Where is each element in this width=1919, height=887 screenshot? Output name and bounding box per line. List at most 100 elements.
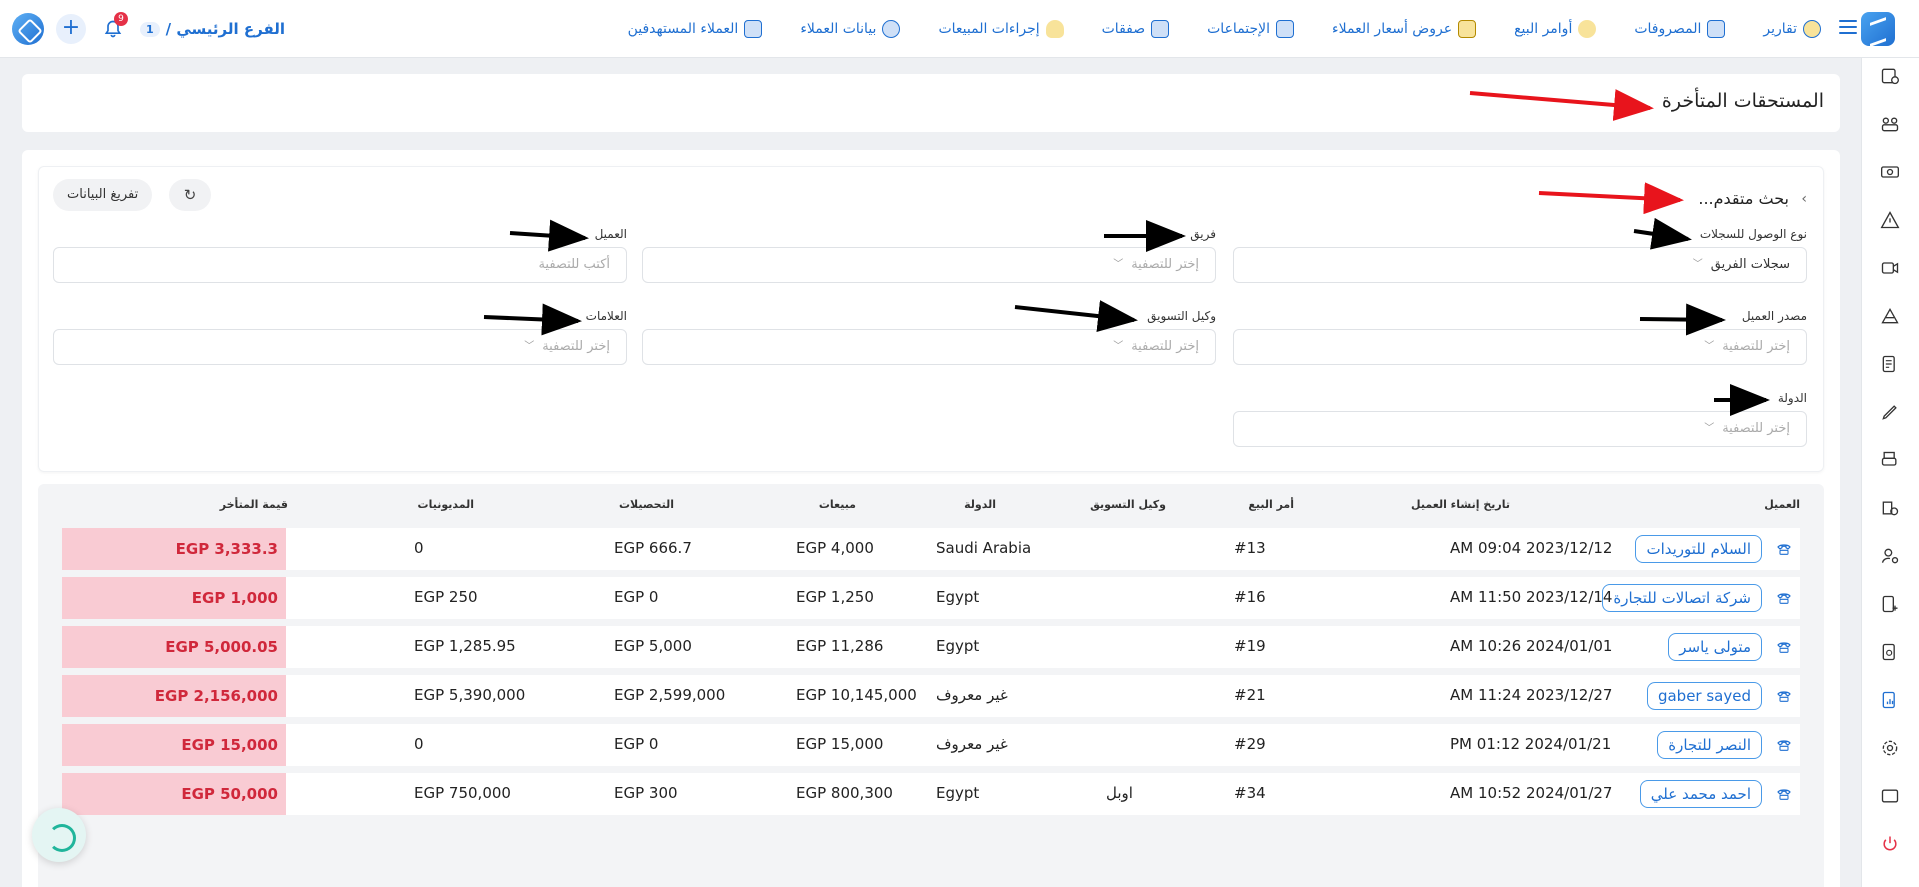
customer-link[interactable]: النصر للتجارة [1657,731,1762,759]
branch-name: الفرع الرئيسي / [165,20,286,38]
video-icon[interactable] [1880,258,1900,278]
cell-collections: EGP 0 [614,588,659,606]
customer-input[interactable]: أكتب للتصفية [53,247,627,283]
table-row: احمد محمد علي 2024/01/27 10:52 AM #34 اوبل E… [62,773,1800,815]
right-sidebar [1861,58,1919,887]
customer-link[interactable]: متولى ياسر [1668,633,1762,661]
nav-customer-data[interactable]: بيانات العملاء [800,20,901,38]
report-chart-icon[interactable] [1880,690,1900,710]
overdue-table: العميل تاريخ إنشاء العميل أمر البيع وكيل… [38,484,1824,887]
content-panel: ‹ بحث متقدم... تفريغ البيانات ↻ نوع الوص… [22,150,1840,887]
cell-created: 2024/01/21 01:12 PM [1450,735,1612,753]
table-row: النصر للتجارة 2024/01/21 01:12 PM #29 غير م… [62,724,1800,766]
cash-icon[interactable] [1880,162,1900,182]
country-select[interactable]: إختر للتصفية ﹀ [1233,411,1807,447]
tags-select[interactable]: إختر للتصفية ﹀ [53,329,627,365]
printer-icon[interactable] [1880,450,1900,470]
chevron-down-icon: ﹀ [1113,259,1124,270]
page-title: المستحقات المتأخرة [1661,90,1824,112]
cell-sales: EGP 1,250 [796,588,874,606]
th-customer: العميل [1764,498,1800,511]
main-content: المستحقات المتأخرة ‹ بحث متقدم... تفريغ … [22,74,1840,887]
branch-selector[interactable]: الفرع الرئيسي / 1 [140,20,285,38]
phone-icon[interactable] [1776,688,1792,704]
nav-sales-orders[interactable]: أوامر البيع [1514,20,1597,38]
customer-link[interactable]: احمد محمد علي [1639,780,1762,808]
customer-source-select[interactable]: إختر للتصفية ﹀ [1233,329,1807,365]
window-icon[interactable] [1880,786,1900,806]
brand-logo[interactable] [1861,12,1895,46]
country-placeholder: إختر للتصفية [1722,421,1790,436]
cell-created: 2023/12/14 11:50 AM [1450,588,1613,606]
cell-collections: EGP 2,599,000 [614,686,726,704]
customer-label: العميل [594,227,627,241]
products-icon[interactable] [1880,498,1900,518]
cell-collections: EGP 0 [614,735,659,753]
team-icon[interactable] [1880,114,1900,134]
refresh-button[interactable]: ↻ [169,179,211,211]
nav-reports[interactable]: تقارير [1763,20,1821,38]
user-settings-icon[interactable] [1880,546,1900,566]
cell-sales: EGP 4,000 [796,539,874,557]
menu-icon[interactable] [1839,20,1857,34]
customer-link[interactable]: gaber sayed [1646,682,1762,710]
gear-icon[interactable] [1880,738,1900,758]
expenses-icon [1707,20,1726,38]
cell-debts: 0 [414,539,424,557]
phone-icon[interactable] [1776,786,1792,802]
cell-order: #21 [1234,686,1266,704]
th-debts: المديونيات [417,498,474,511]
chevron-down-icon: ﹀ [1692,259,1703,270]
power-icon[interactable] [1880,834,1900,854]
phone-icon[interactable] [1776,590,1792,606]
chevron-down-icon: ﹀ [1704,423,1715,434]
nav-label: بيانات العملاء [800,21,877,37]
tags-placeholder: إختر للتصفية [542,339,610,354]
marketing-agent-placeholder: إختر للتصفية [1131,339,1199,354]
triangle-chart-icon[interactable] [1880,306,1900,326]
cell-debts: EGP 250 [414,588,478,606]
nav-target-customers[interactable]: العملاء المستهدفين [628,20,763,38]
cell-order: #19 [1234,637,1266,655]
nav-label: تقارير [1763,21,1797,37]
nav-label: عروض أسعار العملاء [1332,21,1453,37]
team-select[interactable]: إختر للتصفية ﹀ [642,247,1216,283]
table-row: السلام للتوريدات 2023/12/12 09:04 AM #13 Sa… [62,528,1800,570]
deals-icon [1151,20,1170,38]
phone-icon[interactable] [1776,639,1792,655]
cell-late-value: EGP 15,000 [62,724,286,766]
cell-collections: EGP 5,000 [614,637,692,655]
customer-source-label: مصدر العميل [1741,309,1807,323]
nav-sales-actions[interactable]: إجراءات المبيعات [938,20,1064,38]
chevron-left-icon[interactable]: ‹ [1801,191,1807,207]
sign-icon[interactable] [1880,402,1900,422]
cell-late-value: EGP 3,333.3 [62,528,286,570]
add-file-icon[interactable] [1880,594,1900,614]
reset-button[interactable]: تفريغ البيانات [53,179,153,211]
warning-icon[interactable] [1880,210,1900,230]
add-button[interactable]: + [56,14,86,44]
invoice-icon[interactable] [1880,354,1900,374]
nav-expenses[interactable]: المصروفات [1634,20,1726,38]
branch-number: 1 [140,21,160,37]
nav-label: المصروفات [1634,21,1702,37]
customer-link[interactable]: السلام للتوريدات [1635,535,1762,563]
th-agent: وكيل التسويق [1090,498,1166,511]
nav-deals[interactable]: صفقات [1102,20,1170,38]
phone-icon[interactable] [1776,541,1792,557]
cell-debts: EGP 1,285.95 [414,637,516,655]
marketing-agent-select[interactable]: إختر للتصفية ﹀ [642,329,1216,365]
th-collections: التحصيلات [618,498,674,511]
nav-quotes[interactable]: عروض أسعار العملاء [1332,20,1477,38]
access-type-select[interactable]: سجلات الفريق ﹀ [1233,247,1807,283]
app-switcher-icon[interactable] [12,13,44,45]
th-late-value: قيمة المتأخر [219,498,288,511]
nav-meetings[interactable]: الإجتماعات [1207,20,1295,38]
cell-sales: EGP 11,286 [796,637,884,655]
advanced-search-toggle[interactable]: بحث متقدم... [1698,189,1789,208]
file-refresh-icon[interactable] [1880,642,1900,662]
phone-icon[interactable] [1776,737,1792,753]
add-document-icon[interactable] [1880,66,1900,86]
notifications-button[interactable]: 9 [98,12,128,44]
nav-label: صفقات [1101,21,1146,37]
